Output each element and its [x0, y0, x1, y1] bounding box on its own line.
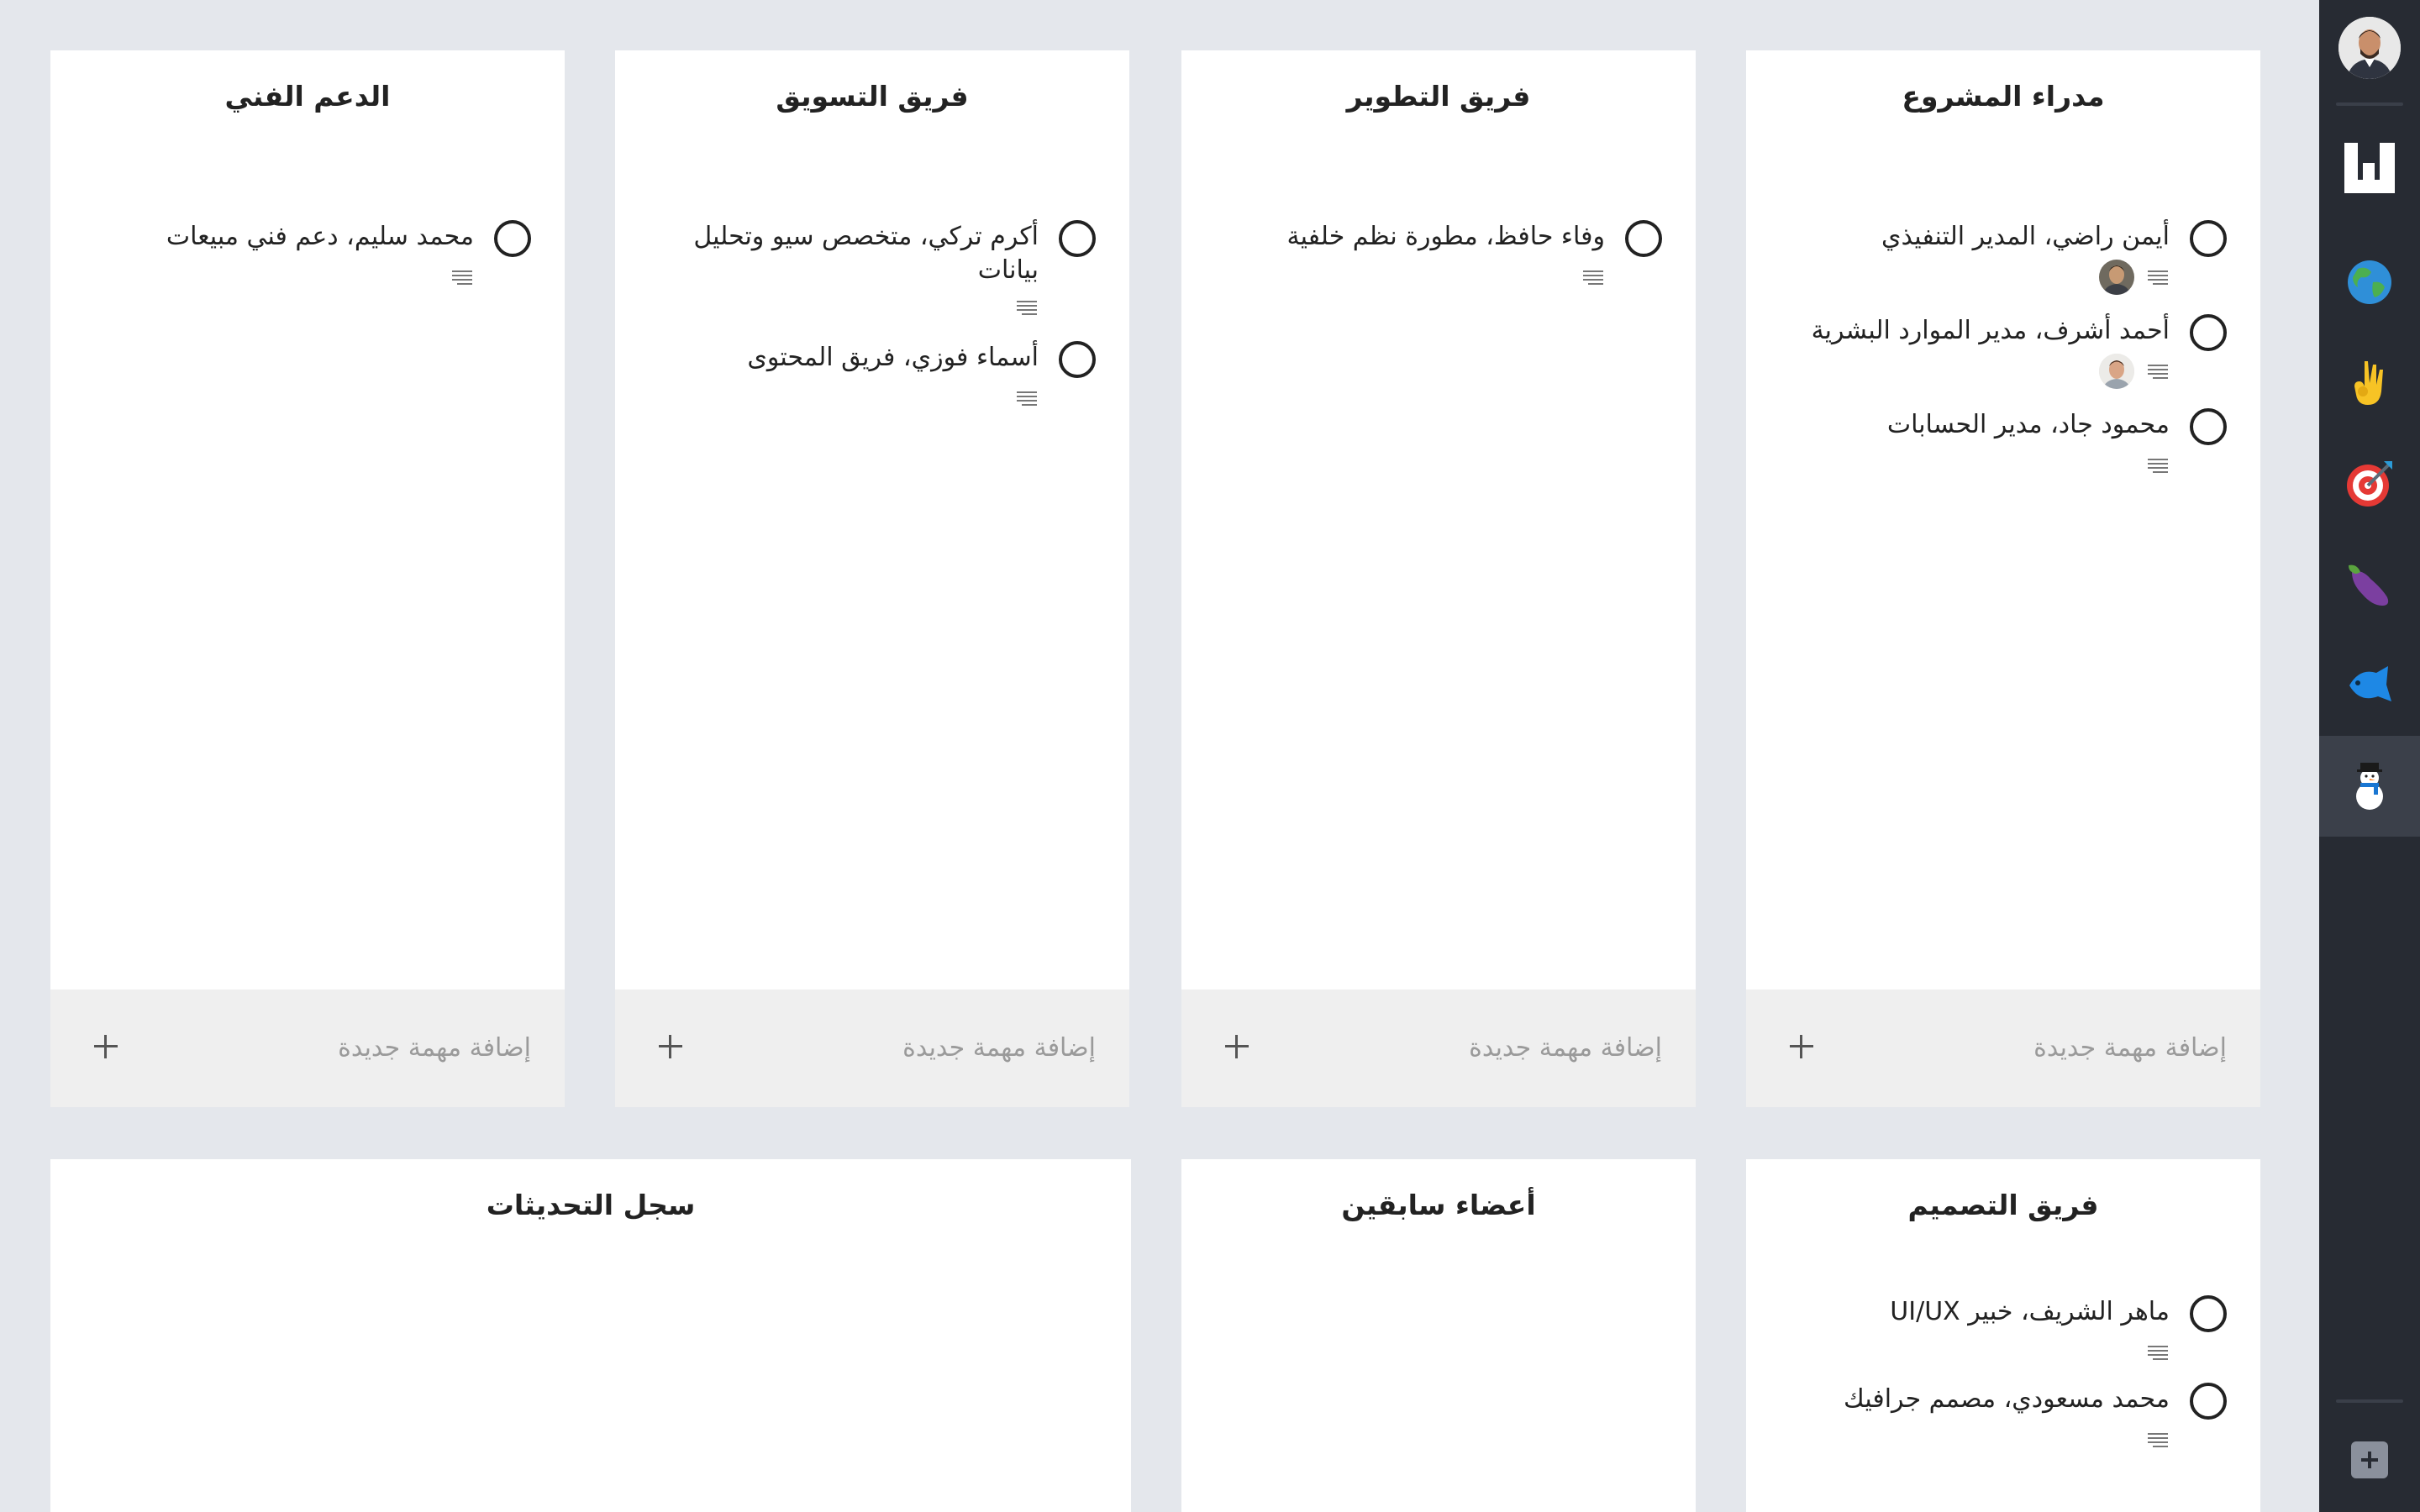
plus-icon[interactable] — [89, 1030, 123, 1063]
fish-emoji-icon[interactable] — [2319, 635, 2420, 736]
column-development-team: فريق التطوير وفاء حافظ، مطورة نظم خلفية … — [1181, 50, 1696, 1107]
description-lines-icon — [1015, 297, 1039, 318]
column-marketing-team: فريق التسويق أكرم تركي، متخصص سيو وتحليل… — [615, 50, 1129, 1107]
add-task-placeholder[interactable]: إضافة مهمة جديدة — [1469, 990, 1662, 1107]
task-item[interactable]: محمد مسعودي، مصمم جرافيك — [1780, 1383, 2227, 1457]
task-text: محمد سليم، دعم فني مبيعات — [166, 222, 474, 251]
assignee-avatar — [2099, 354, 2134, 389]
task-item[interactable]: محمد سليم، دعم فني مبيعات — [84, 220, 531, 294]
task-checkbox[interactable] — [494, 220, 531, 257]
task-checkbox[interactable] — [2190, 1383, 2227, 1420]
column-title: أعضاء سابقين — [1341, 1189, 1536, 1221]
task-item[interactable]: وفاء حافظ، مطورة نظم خلفية — [1215, 220, 1662, 294]
task-text: أيمن راضي، المدير التنفيذي — [1881, 222, 2170, 251]
task-text: وفاء حافظ، مطورة نظم خلفية — [1286, 222, 1605, 251]
task-checkbox[interactable] — [1059, 341, 1096, 378]
task-text: محمد مسعودي، مصمم جرافيك — [1844, 1384, 2170, 1414]
task-checkbox[interactable] — [1059, 220, 1096, 257]
task-item[interactable]: محمود جاد، مدير الحسابات — [1780, 408, 2227, 482]
column-title: فريق التسويق — [776, 80, 969, 113]
description-lines-icon — [2146, 1430, 2170, 1450]
ok-hand-emoji-icon[interactable] — [2319, 333, 2420, 433]
description-lines-icon — [450, 267, 474, 287]
task-item[interactable]: ماهر الشريف، خبير UI/UX — [1780, 1295, 2227, 1369]
column-design-team: فريق التصميم ماهر الشريف، خبير UI/UX محم… — [1746, 1159, 2260, 1512]
description-lines-icon — [1015, 388, 1039, 408]
description-lines-icon — [2146, 361, 2170, 381]
user-avatar[interactable] — [2338, 17, 2401, 79]
column-title: مدراء المشروع — [1902, 80, 2105, 113]
plus-icon[interactable] — [1220, 1030, 1254, 1063]
target-emoji-icon[interactable] — [2319, 433, 2420, 534]
add-task-placeholder[interactable]: إضافة مهمة جديدة — [902, 990, 1096, 1107]
column-title: الدعم الفني — [224, 80, 391, 113]
add-task-placeholder[interactable]: إضافة مهمة جديدة — [338, 990, 531, 1107]
task-checkbox[interactable] — [2190, 408, 2227, 445]
add-task-bar[interactable]: إضافة مهمة جديدة — [615, 990, 1129, 1107]
description-lines-icon — [2146, 1342, 2170, 1362]
column-technical-support: الدعم الفني محمد سليم، دعم فني مبيعات إض… — [50, 50, 565, 1107]
assignee-avatar — [2099, 260, 2134, 295]
snowman-emoji-icon[interactable] — [2319, 736, 2420, 837]
add-task-placeholder[interactable]: إضافة مهمة جديدة — [2033, 990, 2227, 1107]
task-text: محمود جاد، مدير الحسابات — [1886, 410, 2170, 439]
plus-icon[interactable] — [1785, 1030, 1818, 1063]
task-text: أكرم تركي، متخصص سيو وتحليل بيانات — [693, 222, 1039, 285]
add-task-bar[interactable]: إضافة مهمة جديدة — [50, 990, 565, 1107]
globe-emoji-icon[interactable] — [2319, 232, 2420, 333]
sidebar — [2319, 0, 2420, 1512]
task-text: ماهر الشريف، خبير UI/UX — [1890, 1297, 2170, 1326]
task-item[interactable]: أكرم تركي، متخصص سيو وتحليل بيانات — [649, 220, 1096, 324]
column-changelog: سجل التحديثات — [50, 1159, 1131, 1512]
add-task-bar[interactable]: إضافة مهمة جديدة — [1181, 990, 1696, 1107]
column-project-managers: مدراء المشروع أيمن راضي، المدير التنفيذي… — [1746, 50, 2260, 1107]
add-board-icon[interactable] — [2351, 1441, 2388, 1478]
column-title: سجل التحديثات — [486, 1189, 696, 1221]
task-text: أسماء فوزي، فريق المحتوى — [747, 343, 1039, 372]
task-text: أحمد أشرف، مدير الموارد البشرية — [1811, 316, 2170, 345]
task-checkbox[interactable] — [2190, 314, 2227, 351]
description-lines-icon — [2146, 267, 2170, 287]
column-title: فريق التصميم — [1907, 1189, 2099, 1221]
column-title: فريق التطوير — [1346, 80, 1531, 113]
description-lines-icon — [1581, 267, 1605, 287]
column-former-members: أعضاء سابقين — [1181, 1159, 1696, 1512]
description-lines-icon — [2146, 455, 2170, 475]
task-checkbox[interactable] — [2190, 1295, 2227, 1332]
add-task-bar[interactable]: إضافة مهمة جديدة — [1746, 990, 2260, 1107]
task-checkbox[interactable] — [2190, 220, 2227, 257]
task-item[interactable]: أحمد أشرف، مدير الموارد البشرية — [1780, 314, 2227, 389]
board-logo-icon[interactable] — [2319, 118, 2420, 218]
task-item[interactable]: أسماء فوزي، فريق المحتوى — [649, 341, 1096, 415]
task-item[interactable]: أيمن راضي، المدير التنفيذي — [1780, 220, 2227, 295]
eggplant-emoji-icon[interactable] — [2319, 534, 2420, 635]
task-checkbox[interactable] — [1625, 220, 1662, 257]
plus-icon[interactable] — [654, 1030, 687, 1063]
